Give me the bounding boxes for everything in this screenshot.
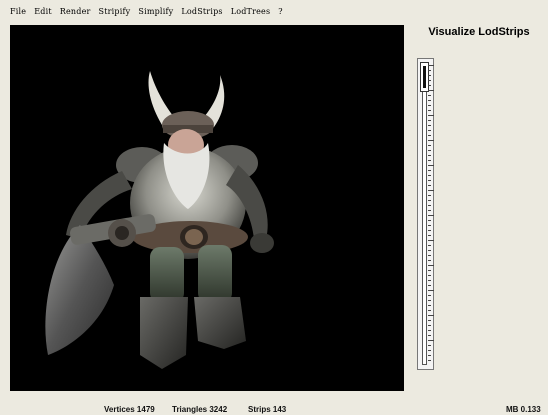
slider-tick (428, 315, 434, 316)
lod-slider[interactable] (417, 58, 434, 370)
slider-tick (428, 205, 431, 206)
menu-file[interactable]: File (6, 7, 30, 16)
slider-tick (428, 105, 431, 106)
menu-simplify[interactable]: Simplify (134, 7, 177, 16)
slider-tick (428, 335, 431, 336)
triangles-count: Triangles 3242 (172, 405, 228, 414)
slider-tick (428, 310, 431, 311)
slider-tick (428, 345, 431, 346)
slider-tick (428, 155, 431, 156)
slider-tick (428, 160, 431, 161)
slider-tick (428, 125, 431, 126)
slider-tick (428, 150, 431, 151)
slider-tick (428, 215, 434, 216)
slider-track (422, 63, 427, 365)
slider-tick (428, 120, 431, 121)
panel-title: Visualize LodStrips (428, 26, 530, 38)
slider-tick (428, 270, 431, 271)
slider-tick (428, 115, 434, 116)
slider-tick (428, 95, 431, 96)
slider-tick (428, 75, 431, 76)
menu-render[interactable]: Render (56, 7, 95, 16)
slider-tick (428, 90, 434, 91)
dwarf-model (45, 71, 274, 369)
menu-edit[interactable]: Edit (30, 7, 56, 16)
slider-tick (428, 360, 431, 361)
slider-tick (428, 185, 431, 186)
slider-tick (428, 190, 434, 191)
slider-tick (428, 285, 431, 286)
slider-tick (428, 220, 431, 221)
slider-tick (428, 80, 431, 81)
slider-tick (428, 340, 434, 341)
slider-tick (428, 295, 431, 296)
slider-tick (428, 165, 434, 166)
slider-tick (428, 290, 434, 291)
slider-tick (428, 210, 431, 211)
slider-tick (428, 250, 431, 251)
slider-tick (428, 65, 434, 66)
strips-count: Strips 143 (248, 405, 287, 414)
menu-lodstrips[interactable]: LodStrips (177, 7, 226, 16)
vertices-count: Vertices 1479 (104, 405, 155, 414)
slider-tick (428, 180, 431, 181)
slider-tick (428, 100, 431, 101)
slider-tick (428, 230, 431, 231)
slider-tick (428, 240, 434, 241)
slider-tick (428, 145, 431, 146)
slider-tick (428, 140, 434, 141)
slider-tick (428, 355, 431, 356)
slider-tick (428, 305, 431, 306)
slider-tick (428, 170, 431, 171)
slider-tick (428, 130, 431, 131)
status-bar: Vertices 1479 Triangles 3242 Strips 143 … (0, 400, 548, 415)
slider-tick (428, 70, 431, 71)
menu-bar: File Edit Render Stripify Simplify LodSt… (0, 0, 548, 22)
slider-tick (428, 135, 431, 136)
slider-tick (428, 255, 431, 256)
menu-lodtrees[interactable]: LodTrees (227, 7, 275, 16)
slider-tick (428, 85, 431, 86)
slider-ticks (428, 59, 434, 369)
slider-tick (428, 195, 431, 196)
slider-tick (428, 110, 431, 111)
slider-tick (428, 330, 431, 331)
slider-tick (428, 235, 431, 236)
slider-tick (428, 225, 431, 226)
slider-tick (428, 245, 431, 246)
slider-tick (428, 265, 434, 266)
slider-tick (428, 325, 431, 326)
slider-tick (428, 280, 431, 281)
memory-usage: MB 0.133 (506, 405, 541, 414)
slider-tick (428, 260, 431, 261)
slider-tick (428, 300, 431, 301)
slider-tick (428, 320, 431, 321)
slider-tick (428, 175, 431, 176)
slider-tick (428, 350, 431, 351)
slider-tick (428, 275, 431, 276)
3d-viewport[interactable] (10, 25, 404, 391)
menu-stripify[interactable]: Stripify (95, 7, 135, 16)
slider-tick (428, 200, 431, 201)
menu-help[interactable]: ? (274, 7, 287, 16)
